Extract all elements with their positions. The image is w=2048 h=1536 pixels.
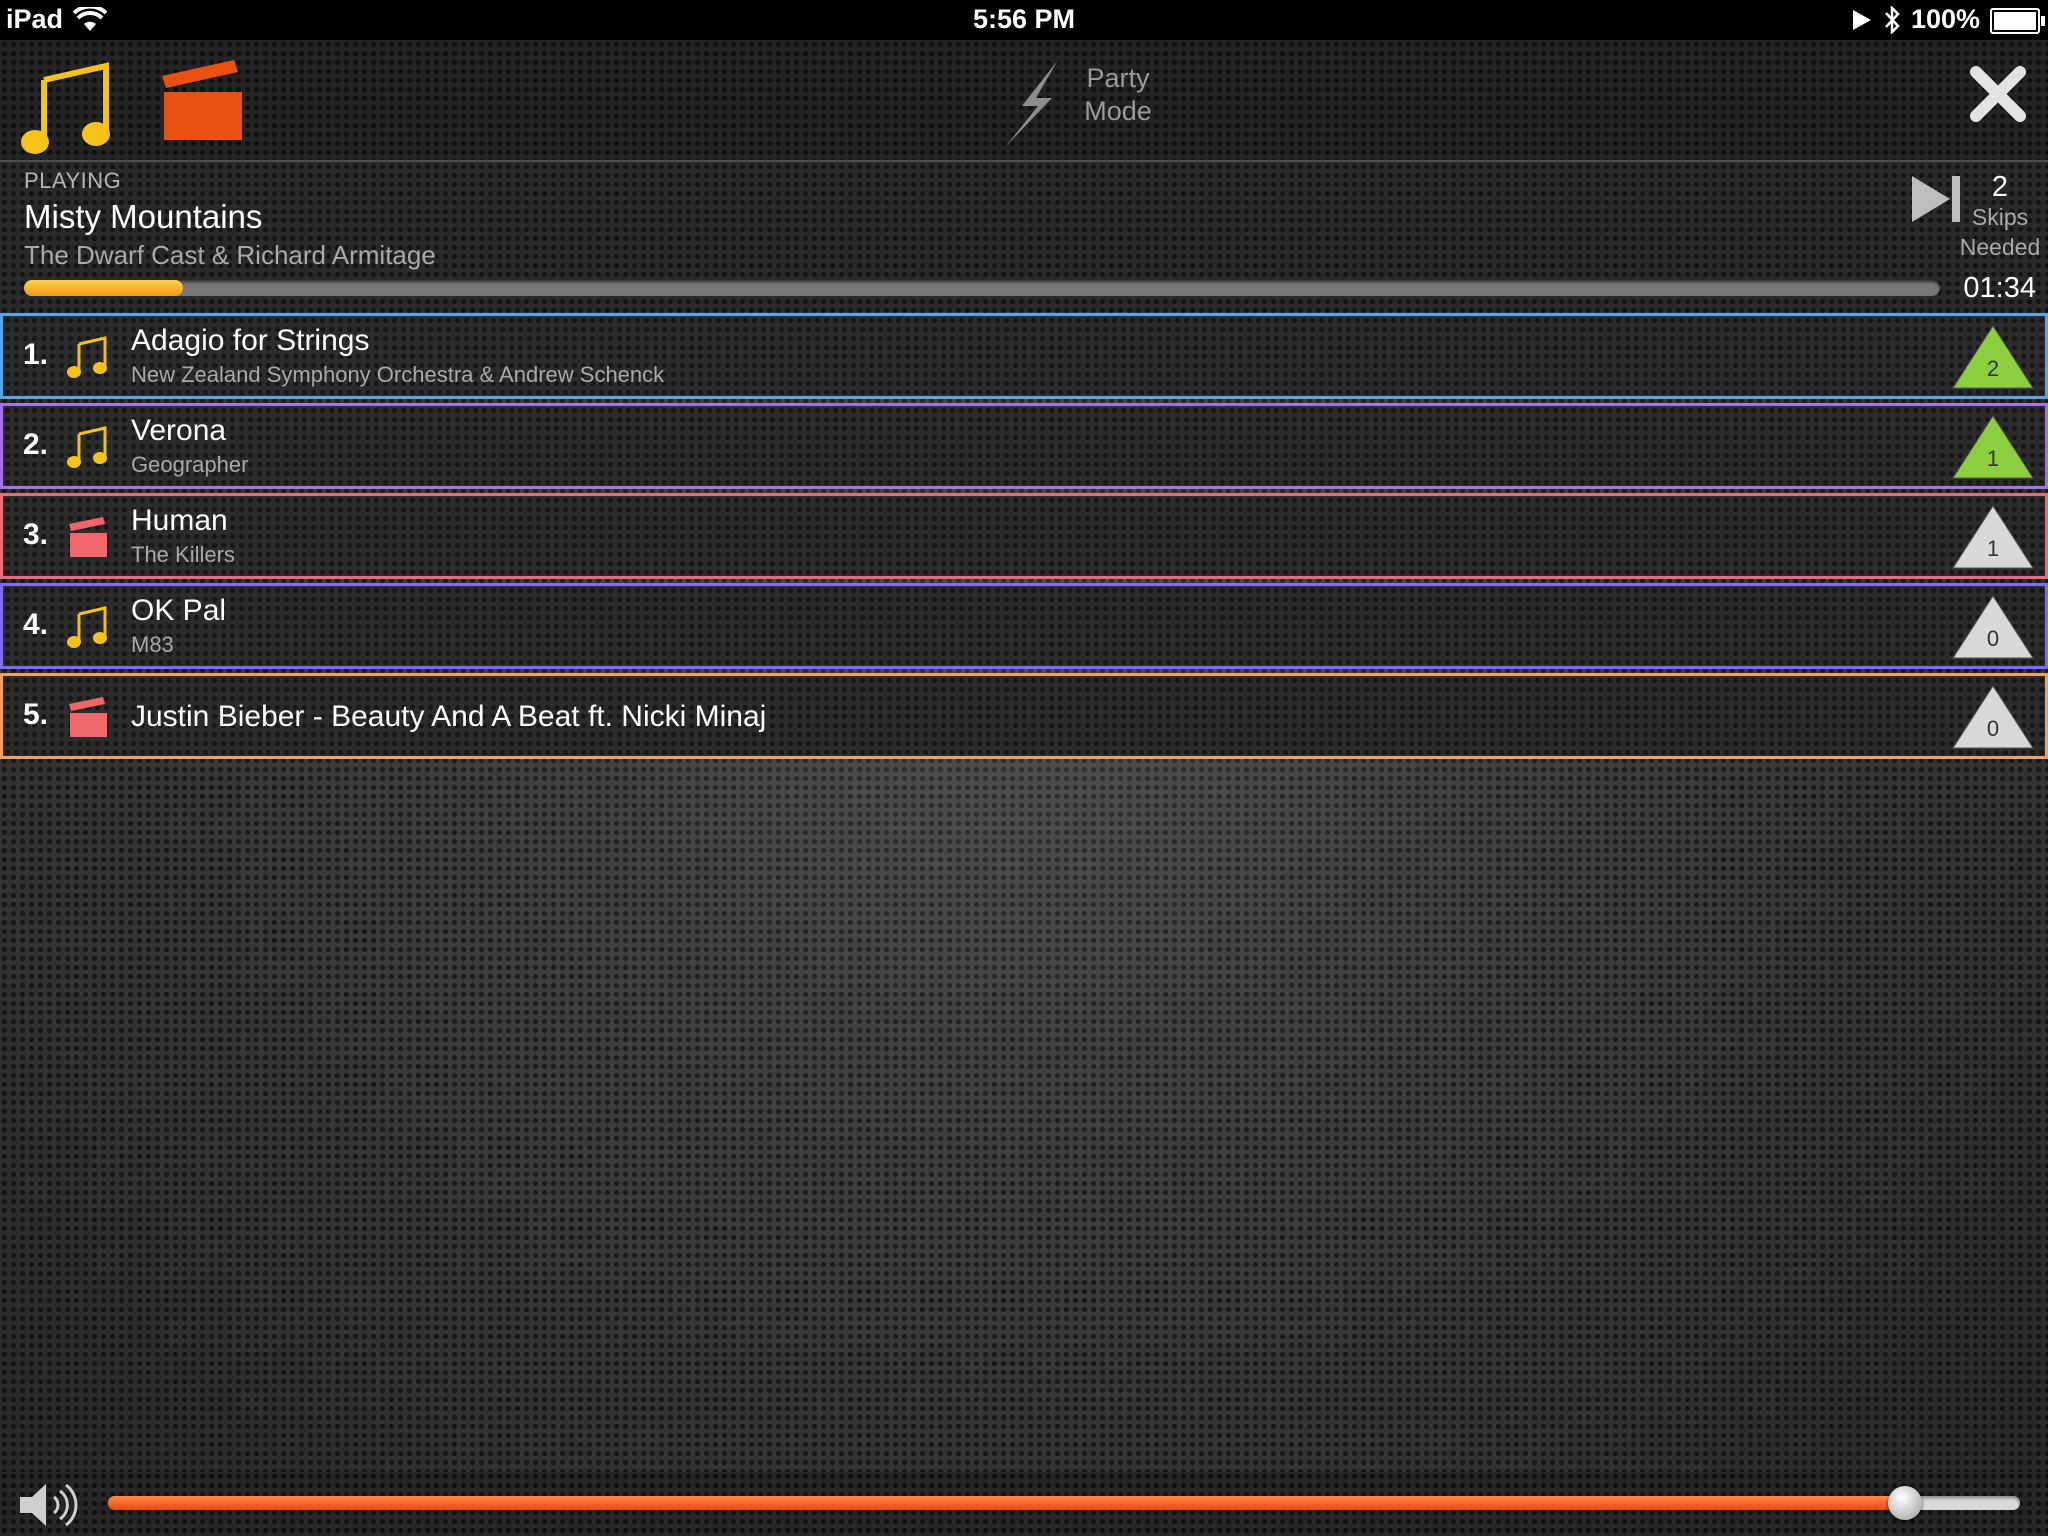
now-playing-artist: The Dwarf Cast & Richard Armitage xyxy=(24,240,436,270)
vote-button[interactable]: 0 xyxy=(1951,594,2035,660)
volume-slider-fill xyxy=(108,1496,1906,1510)
queue-item-artist: The Killers xyxy=(131,542,235,567)
now-playing-title: Misty Mountains xyxy=(24,198,263,235)
queue-item-number: 1. xyxy=(23,338,49,371)
battery-percent: 100% xyxy=(1910,4,1980,34)
queue-item-number: 4. xyxy=(23,608,49,641)
now-playing-panel: PLAYING Misty Mountains The Dwarf Cast &… xyxy=(0,162,2048,312)
queue-item[interactable]: 1. Adagio for Strings New Zealand Sympho… xyxy=(0,313,2048,399)
playback-progress-fill xyxy=(24,280,184,296)
top-toolbar: Party Mode xyxy=(0,40,2048,162)
vote-button[interactable]: 1 xyxy=(1951,504,2035,570)
close-icon[interactable] xyxy=(1970,66,2026,122)
vote-count: 1 xyxy=(1986,536,2000,561)
vote-button[interactable]: 1 xyxy=(1951,414,2035,480)
queue-item-number: 2. xyxy=(23,428,49,461)
music-note-icon xyxy=(67,336,107,378)
status-bar: iPad 5:56 PM 100% xyxy=(0,0,2048,40)
queue-item-title: Justin Bieber - Beauty And A Beat ft. Ni… xyxy=(131,700,767,733)
playback-progress-bar[interactable] xyxy=(24,280,1940,296)
queue-item[interactable]: 2. Verona Geographer 1 xyxy=(0,403,2048,489)
queue-item-title: Verona xyxy=(131,414,227,447)
queue-item-number: 3. xyxy=(23,518,49,551)
queue-item-title: Adagio for Strings xyxy=(131,324,370,357)
vote-count: 0 xyxy=(1986,626,2000,651)
volume-slider-thumb[interactable] xyxy=(1888,1486,1923,1520)
now-playing-state: PLAYING xyxy=(24,168,122,193)
vote-count: 2 xyxy=(1986,356,2000,381)
queue-item-artist: M83 xyxy=(131,632,174,657)
vote-button[interactable]: 2 xyxy=(1951,324,2035,390)
queue-item-number: 5. xyxy=(23,698,49,731)
queue-item-title: OK Pal xyxy=(131,594,227,627)
volume-slider[interactable] xyxy=(108,1496,2020,1510)
volume-bar xyxy=(0,1472,2048,1536)
play-status-icon xyxy=(1852,9,1871,30)
music-note-icon xyxy=(67,606,107,648)
skips-label: Skips xyxy=(1971,204,2029,230)
skips-needed: 2 Skips Needed xyxy=(1954,172,2046,262)
skips-count: 2 xyxy=(1991,171,2009,203)
status-bar-right: 100% xyxy=(1851,4,2045,35)
battery-icon xyxy=(1990,7,2045,34)
queue-list: 1. Adagio for Strings New Zealand Sympho… xyxy=(0,313,2048,763)
queue-item[interactable]: 4. OK Pal M83 0 xyxy=(0,583,2048,669)
queue-item-title: Human xyxy=(131,504,228,537)
queue-item-artist: New Zealand Symphony Orchestra & Andrew … xyxy=(131,362,665,387)
vote-count: 0 xyxy=(1986,716,2000,741)
clapperboard-icon[interactable] xyxy=(160,58,244,142)
elapsed-time: 01:34 xyxy=(1963,272,2036,304)
status-bar-time: 5:56 PM xyxy=(972,4,1076,34)
music-note-icon xyxy=(67,426,107,468)
lightning-icon xyxy=(1006,60,1058,146)
vote-count: 1 xyxy=(1986,446,2000,471)
queue-item[interactable]: 3. Human The Killers 1 xyxy=(0,493,2048,579)
speaker-icon xyxy=(20,1483,78,1527)
bluetooth-icon xyxy=(1885,5,1900,34)
party-mode-label: Party Mode xyxy=(1084,63,1152,126)
clapperboard-icon xyxy=(69,697,107,737)
skips-needed-label: Needed xyxy=(1959,234,2041,260)
clapperboard-icon xyxy=(69,517,107,557)
party-mode-button[interactable]: Party Mode xyxy=(1000,58,1170,148)
queue-item-artist: Geographer xyxy=(131,452,249,477)
music-note-icon[interactable] xyxy=(20,60,112,160)
vote-button[interactable]: 0 xyxy=(1951,684,2035,750)
queue-item[interactable]: 5. Justin Bieber - Beauty And A Beat ft.… xyxy=(0,673,2048,759)
